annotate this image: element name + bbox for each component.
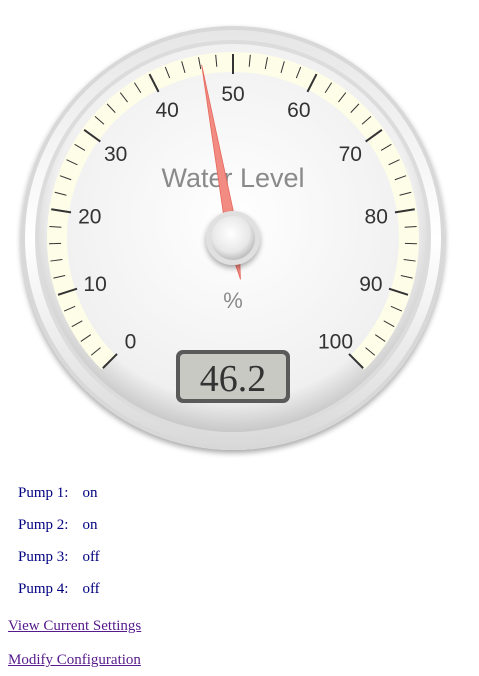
pump-row: Pump 1: on xyxy=(10,478,106,508)
pump-row: Pump 4: off xyxy=(10,574,106,604)
gauge-tick-label: 10 xyxy=(83,273,106,296)
gauge-units: % xyxy=(223,288,243,313)
gauge-tick-label: 100 xyxy=(318,331,353,354)
gauge-tick-label: 90 xyxy=(359,273,382,296)
pump-label: Pump 3: xyxy=(18,548,69,565)
gauge-tick-label: 20 xyxy=(78,205,101,228)
gauge-tick-label: 40 xyxy=(155,99,178,122)
pump-label: Pump 4: xyxy=(18,580,69,597)
gauge-tick-label: 80 xyxy=(365,205,388,228)
gauge-tick-label: 50 xyxy=(221,83,244,106)
modify-configuration-link[interactable]: Modify Configuration xyxy=(8,652,141,669)
gauge-tick-label: 60 xyxy=(287,99,310,122)
gauge-value-display: 46.2 xyxy=(176,350,290,403)
gauge-tick-label: 70 xyxy=(339,143,362,166)
gauge-tick-label: 0 xyxy=(125,331,137,354)
pump-state: off xyxy=(82,580,100,597)
pump-row: Pump 2: on xyxy=(10,510,106,540)
pump-state: on xyxy=(82,516,98,533)
pump-label: Pump 2: xyxy=(18,516,69,533)
pump-status-table: Pump 1: on Pump 2: on Pump 3: off Pump 4… xyxy=(8,476,108,606)
pump-state: on xyxy=(82,484,98,501)
gauge-title: Water Level xyxy=(161,163,304,193)
view-current-settings-link[interactable]: View Current Settings xyxy=(8,618,141,635)
pump-row: Pump 3: off xyxy=(10,542,106,572)
pump-label: Pump 1: xyxy=(18,484,69,501)
gauge-tick-label: 30 xyxy=(104,143,127,166)
pump-state: off xyxy=(82,548,100,565)
gauge-value-text: 46.2 xyxy=(200,358,267,400)
gauge-hub xyxy=(206,211,260,265)
water-level-gauge: 0 10 20 30 40 50 60 70 80 90 100 Water Level % 46.… xyxy=(21,26,445,450)
